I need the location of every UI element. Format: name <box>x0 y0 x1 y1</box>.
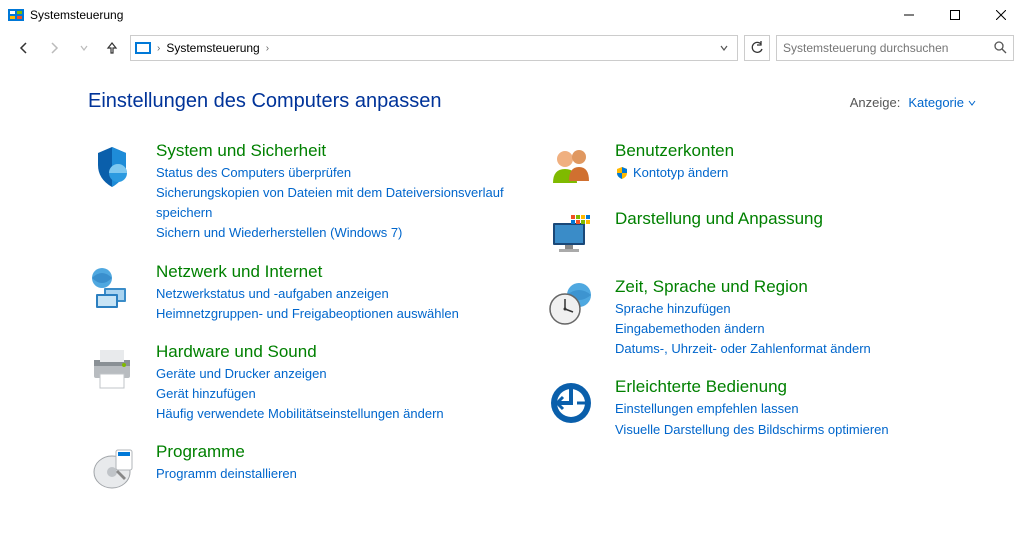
category-title[interactable]: Hardware und Sound <box>156 342 517 362</box>
category-title[interactable]: Zeit, Sprache und Region <box>615 277 976 297</box>
category-link[interactable]: Eingabemethoden ändern <box>615 319 976 339</box>
category-columns: System und Sicherheit Status des Compute… <box>88 141 976 510</box>
category-ease-of-access: Erleichterte Bedienung Einstellungen emp… <box>547 377 976 439</box>
right-column: Benutzerkonten Kontotyp ändern Darstellu… <box>547 141 976 510</box>
shield-icon <box>88 143 136 191</box>
breadcrumb-item[interactable]: Systemsteuerung <box>162 41 263 55</box>
window-title: Systemsteuerung <box>30 8 886 22</box>
refresh-button[interactable] <box>744 35 770 61</box>
category-title[interactable]: Erleichterte Bedienung <box>615 377 976 397</box>
category-system-security: System und Sicherheit Status des Compute… <box>88 141 517 244</box>
clock-globe-icon <box>547 279 595 327</box>
content-header: Einstellungen des Computers anpassen Anz… <box>88 90 976 113</box>
category-link-shield[interactable]: Kontotyp ändern <box>615 163 976 183</box>
category-link[interactable]: Status des Computers überprüfen <box>156 163 517 183</box>
view-label: Anzeige: <box>850 95 901 110</box>
category-link[interactable]: Geräte und Drucker anzeigen <box>156 364 517 384</box>
category-link[interactable]: Sichern und Wiederherstellen (Windows 7) <box>156 223 517 243</box>
category-time-region: Zeit, Sprache und Region Sprache hinzufü… <box>547 277 976 359</box>
category-link[interactable]: Programm deinstallieren <box>156 464 517 484</box>
address-dropdown[interactable] <box>715 41 733 56</box>
category-title[interactable]: Benutzerkonten <box>615 141 976 161</box>
maximize-button[interactable] <box>932 0 978 30</box>
search-box[interactable] <box>776 35 1014 61</box>
up-button[interactable] <box>100 36 124 60</box>
address-icon <box>135 40 151 56</box>
recent-dropdown[interactable] <box>70 34 98 62</box>
page-title: Einstellungen des Computers anpassen <box>88 90 850 113</box>
address-bar[interactable]: › Systemsteuerung › <box>130 35 738 61</box>
category-network: Netzwerk und Internet Netzwerkstatus und… <box>88 262 517 324</box>
users-icon <box>547 143 595 191</box>
category-link[interactable]: Heimnetzgruppen- und Freigabeoptionen au… <box>156 304 517 324</box>
accessibility-icon <box>547 379 595 427</box>
category-hardware: Hardware und Sound Geräte und Drucker an… <box>88 342 517 424</box>
app-icon <box>8 7 24 23</box>
category-link[interactable]: Sicherungskopien von Dateien mit dem Dat… <box>156 183 517 223</box>
category-title[interactable]: Programme <box>156 442 517 462</box>
category-programs: Programme Programm deinstallieren <box>88 442 517 492</box>
navbar: › Systemsteuerung › <box>0 30 1024 66</box>
chevron-right-icon[interactable]: › <box>264 43 271 54</box>
category-link[interactable]: Sprache hinzufügen <box>615 299 976 319</box>
close-button[interactable] <box>978 0 1024 30</box>
chevron-right-icon[interactable]: › <box>155 43 162 54</box>
back-button[interactable] <box>10 34 38 62</box>
content-area: Einstellungen des Computers anpassen Anz… <box>0 66 1024 510</box>
view-dropdown[interactable]: Kategorie <box>908 95 976 110</box>
category-link[interactable]: Datums-, Uhrzeit- oder Zahlenformat ände… <box>615 339 976 359</box>
minimize-button[interactable] <box>886 0 932 30</box>
printer-icon <box>88 344 136 392</box>
category-link[interactable]: Netzwerkstatus und -aufgaben anzeigen <box>156 284 517 304</box>
programs-icon <box>88 444 136 492</box>
category-appearance: Darstellung und Anpassung <box>547 209 976 259</box>
network-icon <box>88 264 136 312</box>
category-title[interactable]: Netzwerk und Internet <box>156 262 517 282</box>
category-user-accounts: Benutzerkonten Kontotyp ändern <box>547 141 976 191</box>
search-input[interactable] <box>783 41 993 55</box>
window-controls <box>886 0 1024 30</box>
monitor-icon <box>547 211 595 259</box>
category-link[interactable]: Gerät hinzufügen <box>156 384 517 404</box>
category-title[interactable]: System und Sicherheit <box>156 141 517 161</box>
category-title[interactable]: Darstellung und Anpassung <box>615 209 976 229</box>
category-link[interactable]: Häufig verwendete Mobilitätseinstellunge… <box>156 404 517 424</box>
shield-mini-icon <box>615 166 629 180</box>
category-link[interactable]: Visuelle Darstellung des Bildschirms opt… <box>615 420 976 440</box>
titlebar: Systemsteuerung <box>0 0 1024 30</box>
search-icon[interactable] <box>993 40 1007 57</box>
category-link[interactable]: Einstellungen empfehlen lassen <box>615 399 976 419</box>
left-column: System und Sicherheit Status des Compute… <box>88 141 517 510</box>
forward-button[interactable] <box>40 34 68 62</box>
